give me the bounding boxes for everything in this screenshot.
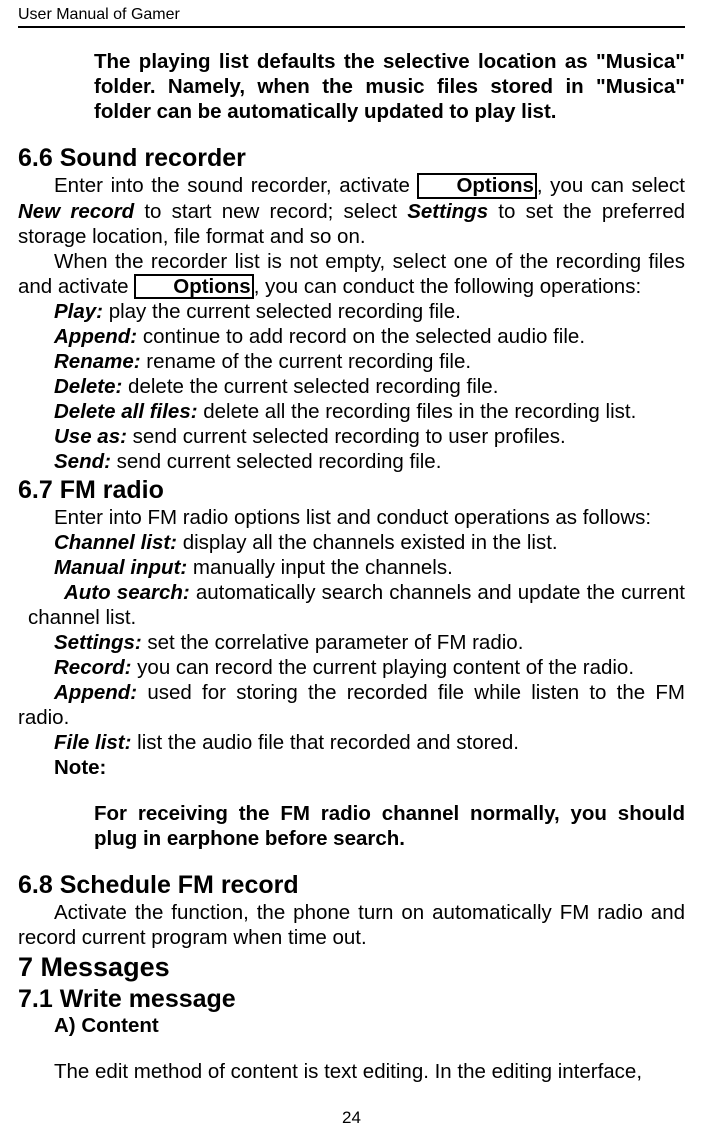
- options-box: Options: [417, 173, 536, 199]
- intro-note: The playing list defaults the selective …: [94, 49, 685, 124]
- heading-7: 7 Messages: [18, 952, 685, 983]
- page: User Manual of Gamer The playing list de…: [0, 0, 703, 1148]
- s67-auto: Auto search: automatically search channe…: [28, 580, 685, 630]
- text: rename of the current recording file.: [141, 350, 471, 373]
- note-label: Note:: [18, 755, 685, 780]
- label: Delete all files:: [54, 400, 198, 423]
- heading-6-6: 6.6 Sound recorder: [18, 144, 685, 173]
- s66-send: Send: send current selected recording fi…: [18, 449, 685, 474]
- label: Channel list:: [54, 531, 177, 554]
- text: , you can conduct the following operatio…: [254, 275, 641, 298]
- s67-record: Record: you can record the current playi…: [18, 655, 685, 680]
- s66-play: Play: play the current selected recordin…: [18, 299, 685, 324]
- page-number: 24: [18, 1108, 685, 1128]
- settings: Settings: [407, 200, 488, 223]
- note-text: For receiving the FM radio channel norma…: [94, 801, 685, 851]
- label: Settings:: [54, 631, 142, 654]
- text: send current selected recording to user …: [127, 425, 566, 448]
- label: Use as:: [54, 425, 127, 448]
- new-record: New record: [18, 200, 134, 223]
- label: File list:: [54, 731, 131, 754]
- header-title: User Manual of Gamer: [18, 6, 180, 24]
- heading-6-8: 6.8 Schedule FM record: [18, 871, 685, 900]
- text: to start new record; select: [134, 200, 407, 223]
- text: play the current selected recording file…: [103, 300, 461, 323]
- text: list the audio file that recorded and st…: [131, 731, 518, 754]
- heading-7-1: 7.1 Write message: [18, 985, 685, 1014]
- s66-delete: Delete: delete the current selected reco…: [18, 374, 685, 399]
- s67-p1: Enter into FM radio options list and con…: [18, 505, 685, 530]
- label: Record:: [54, 656, 131, 679]
- s67-manual: Manual input: manually input the channel…: [18, 555, 685, 580]
- label: Auto search:: [64, 581, 190, 604]
- s71-p1: The edit method of content is text editi…: [18, 1059, 685, 1084]
- s66-rename: Rename: rename of the current recording …: [18, 349, 685, 374]
- label: Append:: [54, 681, 137, 704]
- label: Rename:: [54, 350, 141, 373]
- s66-useas: Use as: send current selected recording …: [18, 424, 685, 449]
- s66-append: Append: continue to add record on the se…: [18, 324, 685, 349]
- text: delete the current selected recording fi…: [122, 375, 498, 398]
- s67-append: Append: used for storing the recorded fi…: [18, 680, 685, 730]
- label: Delete:: [54, 375, 122, 398]
- s66-p2: When the recorder list is not empty, sel…: [18, 249, 685, 300]
- s68-p1: Activate the function, the phone turn on…: [18, 900, 685, 950]
- text: send current selected recording file.: [111, 450, 441, 473]
- s67-channellist: Channel list: display all the channels e…: [18, 530, 685, 555]
- s66-deleteall: Delete all files: delete all the recordi…: [18, 399, 685, 424]
- text: delete all the recording files in the re…: [198, 400, 637, 423]
- label: Play:: [54, 300, 103, 323]
- page-header: User Manual of Gamer: [18, 6, 685, 28]
- subheading-a-content: A) Content: [54, 1014, 685, 1038]
- text: continue to add record on the selected a…: [137, 325, 585, 348]
- text: manually input the channels.: [187, 556, 453, 579]
- text: , you can select: [537, 174, 685, 197]
- text: Enter into the sound recorder, activate: [54, 174, 417, 197]
- options-box: Options: [134, 274, 253, 300]
- s67-filelist: File list: list the audio file that reco…: [18, 730, 685, 755]
- text: display all the channels existed in the …: [177, 531, 558, 554]
- label: Append:: [54, 325, 137, 348]
- s66-p1: Enter into the sound recorder, activate …: [18, 173, 685, 249]
- text: you can record the current playing conte…: [131, 656, 634, 679]
- label: Manual input:: [54, 556, 187, 579]
- label: Send:: [54, 450, 111, 473]
- heading-6-7: 6.7 FM radio: [18, 476, 685, 505]
- s67-settings: Settings: set the correlative parameter …: [18, 630, 685, 655]
- text: set the correlative parameter of FM radi…: [142, 631, 524, 654]
